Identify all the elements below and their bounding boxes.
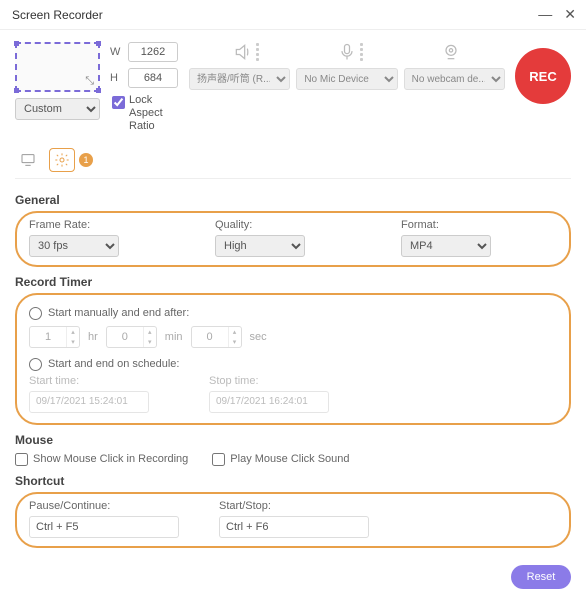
width-label: W bbox=[110, 46, 122, 58]
start-time-label: Start time: bbox=[29, 375, 149, 387]
pause-input[interactable] bbox=[29, 516, 179, 538]
audio-out-select[interactable]: 扬声器/听筒 (R... bbox=[189, 68, 290, 90]
move-icon: ⤡ bbox=[85, 75, 94, 88]
format-label: Format: bbox=[401, 219, 557, 231]
general-title: General bbox=[15, 193, 571, 207]
timer-schedule-radio[interactable] bbox=[29, 358, 42, 371]
region-preset-select[interactable]: Custom bbox=[15, 98, 100, 120]
min-up[interactable]: ▴ bbox=[144, 327, 156, 337]
stop-time-label: Stop time: bbox=[209, 375, 329, 387]
mouse-title: Mouse bbox=[15, 433, 571, 447]
record-timer-title: Record Timer bbox=[15, 275, 571, 289]
frame-rate-label: Frame Rate: bbox=[29, 219, 185, 231]
lock-aspect-checkbox[interactable] bbox=[112, 96, 125, 109]
record-button[interactable]: REC bbox=[515, 48, 571, 104]
quality-label: Quality: bbox=[215, 219, 371, 231]
height-label: H bbox=[110, 72, 122, 84]
tab-settings-icon[interactable] bbox=[49, 148, 75, 172]
startstop-input[interactable] bbox=[219, 516, 369, 538]
hr-input[interactable] bbox=[30, 331, 66, 343]
frame-rate-select[interactable]: 30 fps bbox=[29, 235, 119, 257]
sec-up[interactable]: ▴ bbox=[229, 327, 241, 337]
sec-unit: sec bbox=[250, 331, 267, 343]
speaker-icon bbox=[233, 42, 259, 62]
show-click-label: Show Mouse Click in Recording bbox=[33, 453, 188, 465]
show-click-checkbox[interactable] bbox=[15, 453, 28, 466]
pause-label: Pause/Continue: bbox=[29, 500, 179, 512]
sec-down[interactable]: ▾ bbox=[229, 337, 241, 347]
general-highlight: Frame Rate: 30 fps Quality: High Format:… bbox=[15, 211, 571, 267]
lock-aspect-label: Lock Aspect Ratio bbox=[129, 94, 179, 134]
quality-select[interactable]: High bbox=[215, 235, 305, 257]
shortcut-title: Shortcut bbox=[15, 474, 571, 488]
format-select[interactable]: MP4 bbox=[401, 235, 491, 257]
minimize-icon[interactable]: — bbox=[538, 6, 552, 23]
close-icon[interactable]: ✕ bbox=[564, 6, 576, 23]
stop-time-input[interactable] bbox=[209, 391, 329, 413]
width-input[interactable] bbox=[128, 42, 178, 62]
min-down[interactable]: ▾ bbox=[144, 337, 156, 347]
height-input[interactable] bbox=[128, 68, 178, 88]
hr-down[interactable]: ▾ bbox=[67, 337, 79, 347]
sec-input[interactable] bbox=[192, 331, 228, 343]
hr-unit: hr bbox=[88, 331, 98, 343]
min-unit: min bbox=[165, 331, 183, 343]
play-sound-checkbox[interactable] bbox=[212, 453, 225, 466]
hr-up[interactable]: ▴ bbox=[67, 327, 79, 337]
webcam-select[interactable]: No webcam de... bbox=[404, 68, 505, 90]
reset-button[interactable]: Reset bbox=[511, 565, 571, 589]
timer-schedule-label: Start and end on schedule: bbox=[48, 358, 179, 370]
timer-manual-label: Start manually and end after: bbox=[48, 307, 189, 319]
webcam-icon bbox=[441, 42, 461, 62]
tab-display-icon[interactable] bbox=[15, 148, 41, 172]
shortcut-highlight: Pause/Continue: Start/Stop: bbox=[15, 492, 571, 548]
mic-icon bbox=[337, 42, 363, 62]
window-title: Screen Recorder bbox=[12, 8, 103, 22]
timer-highlight: Start manually and end after: ▴▾ hr ▴▾ m… bbox=[15, 293, 571, 425]
timer-manual-radio[interactable] bbox=[29, 307, 42, 320]
min-input[interactable] bbox=[107, 331, 143, 343]
region-preview[interactable]: ⤡ bbox=[15, 42, 100, 92]
start-time-input[interactable] bbox=[29, 391, 149, 413]
startstop-label: Start/Stop: bbox=[219, 500, 369, 512]
mic-select[interactable]: No Mic Device bbox=[296, 68, 397, 90]
settings-badge: 1 bbox=[79, 153, 93, 167]
play-sound-label: Play Mouse Click Sound bbox=[230, 453, 349, 465]
